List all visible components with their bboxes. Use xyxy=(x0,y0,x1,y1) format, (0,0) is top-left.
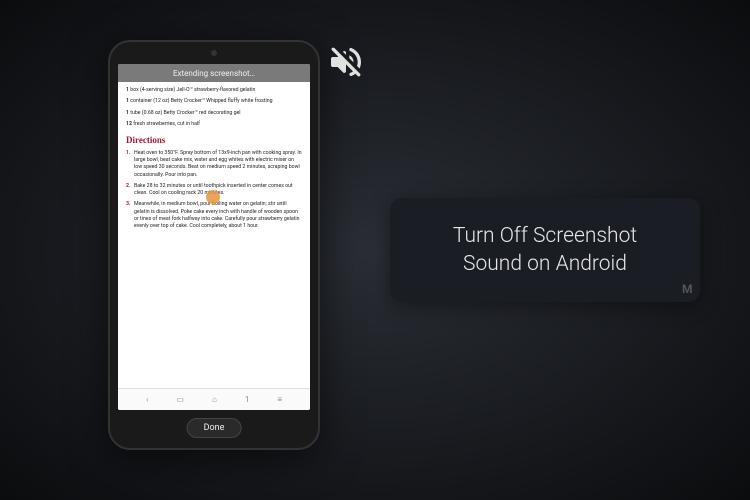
recipe-content: 1 box (4-serving size) Jell-O™ strawberr… xyxy=(118,82,310,388)
screenshot-status-bar: Extending screenshot… xyxy=(118,64,310,82)
toc-icon[interactable]: ▭ xyxy=(176,395,184,404)
ingredient-item: 12 fresh strawberries, cut in half xyxy=(126,121,302,128)
phone-screen: Extending screenshot… 1 box (4-serving s… xyxy=(118,64,310,410)
ingredient-item: 1 box (4-serving size) Jell-O™ strawberr… xyxy=(126,87,302,94)
status-text: Extending screenshot… xyxy=(173,69,255,78)
direction-step: 3.Meanwhile, in medium bowl, pour boilin… xyxy=(126,201,302,230)
touch-indicator xyxy=(206,190,220,204)
ingredient-item: 1 container (12 oz) Betty Crocker™ Whipp… xyxy=(126,98,302,105)
reader-nav-bar: ‹ ▭ ⌂ 1 ≡ xyxy=(118,388,310,410)
phone-mockup: Extending screenshot… 1 box (4-serving s… xyxy=(108,40,320,450)
home-icon[interactable]: ⌂ xyxy=(212,395,217,404)
menu-icon[interactable]: ≡ xyxy=(277,395,282,404)
volume-mute-icon xyxy=(326,42,366,82)
direction-step: 1.Heat oven to 350°F. Spray bottom of 13… xyxy=(126,150,302,179)
done-button[interactable]: Done xyxy=(187,418,242,438)
caption-text: Turn Off ScreenshotSound on Android xyxy=(433,222,657,279)
watermark-logo: M xyxy=(682,282,692,296)
directions-heading: Directions xyxy=(126,134,302,147)
phone-speaker-dot xyxy=(211,50,217,56)
ingredient-item: 1 tube (0.68 oz) Betty Crocker™ red deco… xyxy=(126,110,302,117)
caption-box: Turn Off ScreenshotSound on Android M xyxy=(390,198,700,302)
page-number[interactable]: 1 xyxy=(245,395,250,404)
chevron-left-icon[interactable]: ‹ xyxy=(146,395,148,404)
